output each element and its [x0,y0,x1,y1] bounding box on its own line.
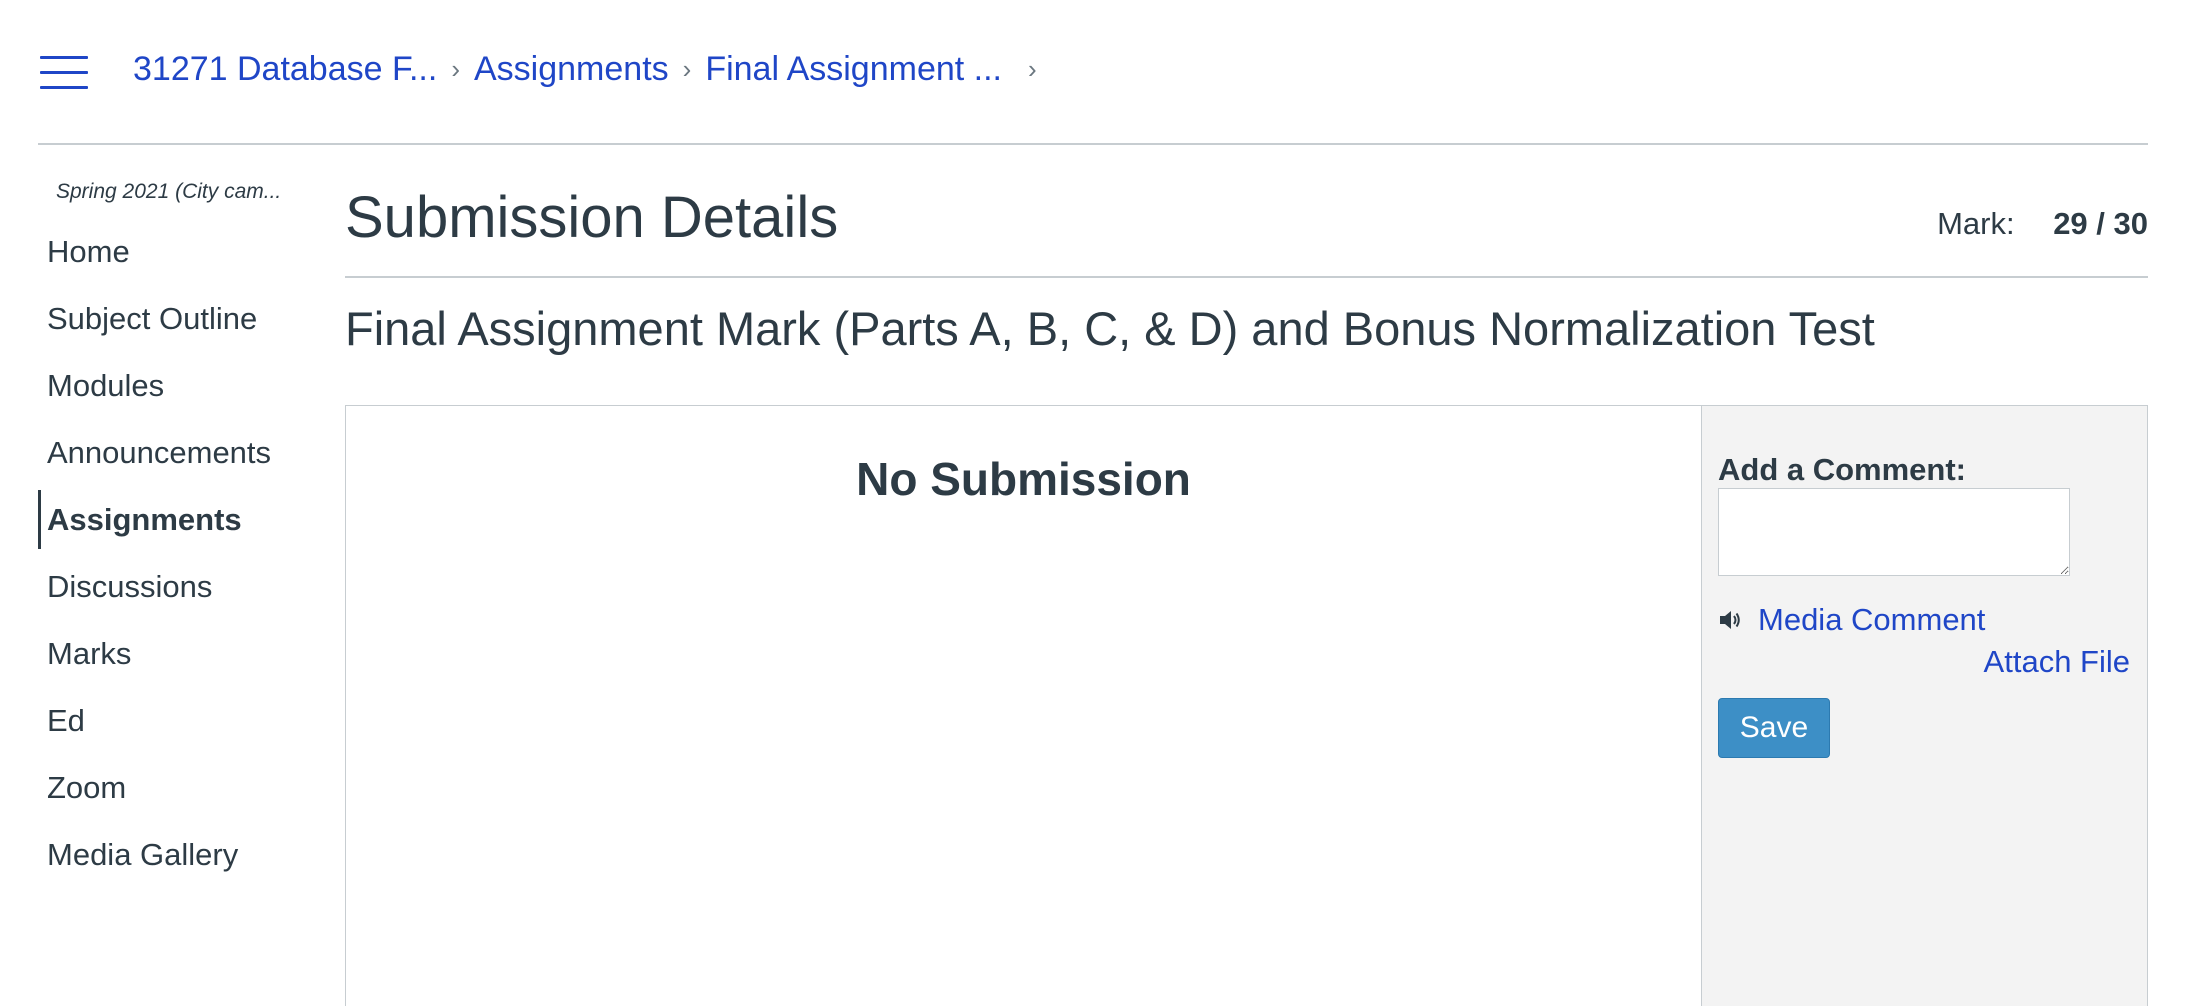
chevron-right-icon: › [682,54,692,84]
nav-item-media-gallery[interactable]: Media Gallery [38,821,298,888]
comment-label: Add a Comment: [1718,452,1966,487]
nav-item-modules[interactable]: Modules [38,352,298,419]
title-row: Submission Details Mark: 29 / 30 [345,143,2148,278]
hamburger-menu-icon[interactable] [40,56,88,90]
main-content: Submission Details Mark: 29 / 30 Final A… [345,143,2148,1006]
assignment-title: Final Assignment Mark (Parts A, B, C, & … [345,302,1875,355]
chevron-right-icon: › [1028,54,1037,84]
nav-item-ed[interactable]: Ed [38,687,298,754]
breadcrumb-assignment[interactable]: Final Assignment ... [705,50,1002,89]
nav-item-marks[interactable]: Marks [38,620,298,687]
comment-textarea[interactable] [1718,488,2070,576]
attach-file-link[interactable]: Attach File [1984,644,2130,680]
page: 31271 Database F... › Assignments › Fina… [0,0,2202,1006]
submission-panel: No Submission Add a Comment: Media Comme… [345,405,2148,1006]
mark-value: 29 / 30 [2053,206,2148,241]
breadcrumb-assignments[interactable]: Assignments [474,50,669,89]
term-label: Spring 2021 (City cam... [56,180,282,203]
nav-item-home[interactable]: Home [38,218,298,285]
media-comment-label: Media Comment [1758,602,1986,637]
breadcrumb: 31271 Database F... › Assignments › Fina… [133,50,1051,89]
mark-label: Mark: [1937,206,2015,241]
breadcrumb-course[interactable]: 31271 Database F... [133,50,437,89]
submission-status: No Submission [856,453,1191,505]
save-button[interactable]: Save [1718,698,1830,758]
chevron-right-icon: › [451,54,460,84]
nav-item-subject-outline[interactable]: Subject Outline [38,285,298,352]
nav-item-assignments[interactable]: Assignments [38,486,298,553]
comment-sidebar: Add a Comment: Media Comment Attach File… [1701,406,2147,1006]
course-nav: Spring 2021 (City cam... Home Subject Ou… [38,180,298,888]
header: 31271 Database F... › Assignments › Fina… [38,0,2148,145]
nav-item-discussions[interactable]: Discussions [38,553,298,620]
speaker-icon [1720,611,1740,629]
page-title: Submission Details [345,185,839,250]
media-comment-link[interactable]: Media Comment [1718,602,1985,638]
mark-display: Mark: 29 / 30 [1937,206,2148,242]
nav-item-zoom[interactable]: Zoom [38,754,298,821]
submission-area: No Submission [346,406,1701,1006]
nav-item-announcements[interactable]: Announcements [38,419,298,486]
